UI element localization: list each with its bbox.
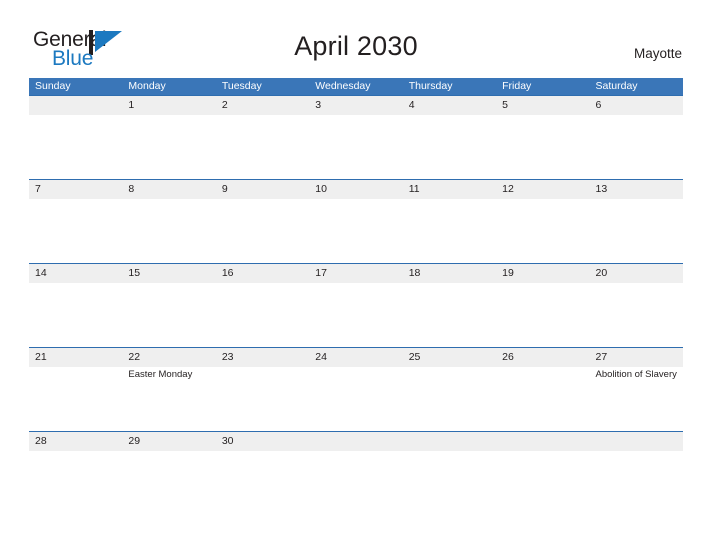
day-number[interactable]: 14 [29,264,122,283]
day-event [216,367,309,431]
week-row: 7 8 9 10 11 12 13 [29,179,683,263]
day-event [122,283,215,347]
day-number[interactable]: 7 [29,180,122,199]
day-number[interactable]: 4 [403,96,496,115]
day-number[interactable]: 23 [216,348,309,367]
day-event [29,451,122,479]
day-number[interactable]: 19 [496,264,589,283]
day-number[interactable]: 22 [122,348,215,367]
day-number[interactable] [309,432,402,451]
week-event-body [29,451,683,479]
week-event-body [29,283,683,347]
week-row: 21 22 23 24 25 26 27 Easter Monday Aboli… [29,347,683,431]
weekday-saturday: Saturday [595,80,638,92]
weekday-header-row: Sunday Monday Tuesday Wednesday Thursday… [29,78,683,95]
day-number[interactable] [29,96,122,115]
day-event [403,115,496,179]
day-event [29,283,122,347]
week-row: 28 29 30 [29,431,683,479]
day-event [590,283,683,347]
day-number[interactable]: 6 [590,96,683,115]
week-event-body [29,199,683,263]
week-daynumber-band: 1 2 3 4 5 6 [29,95,683,115]
week-event-body [29,115,683,179]
day-number[interactable]: 9 [216,180,309,199]
day-number[interactable]: 12 [496,180,589,199]
page-title: April 2030 [294,31,418,61]
day-number[interactable]: 24 [309,348,402,367]
day-event [309,283,402,347]
day-number[interactable]: 25 [403,348,496,367]
day-event [29,367,122,431]
day-number[interactable] [496,432,589,451]
day-number[interactable]: 18 [403,264,496,283]
day-event [122,115,215,179]
day-event [216,115,309,179]
day-number[interactable]: 17 [309,264,402,283]
weekday-friday: Friday [502,80,532,92]
day-number[interactable]: 26 [496,348,589,367]
day-number[interactable]: 8 [122,180,215,199]
day-number[interactable]: 28 [29,432,122,451]
holiday-abolition-of-slavery: Abolition of Slavery [595,369,677,380]
day-event [403,451,496,479]
day-event [496,283,589,347]
day-number[interactable]: 16 [216,264,309,283]
day-event [216,451,309,479]
day-event [496,199,589,263]
page-header: General Blue April 2030 Mayotte [0,0,712,78]
day-number[interactable]: 13 [590,180,683,199]
day-number[interactable]: 21 [29,348,122,367]
day-event [590,451,683,479]
day-number[interactable]: 2 [216,96,309,115]
day-event [29,115,122,179]
week-row: 1 2 3 4 5 6 [29,95,683,179]
weekday-monday: Monday [128,80,166,92]
weekday-tuesday: Tuesday [221,80,262,92]
day-number[interactable]: 15 [122,264,215,283]
day-number[interactable]: 10 [309,180,402,199]
holiday-easter-monday: Easter Monday [128,369,193,380]
day-event [403,199,496,263]
region-label: Mayotte [633,46,682,61]
week-row: 14 15 16 17 18 19 20 [29,263,683,347]
day-event [403,283,496,347]
day-event [216,283,309,347]
week-daynumber-band: 14 15 16 17 18 19 20 [29,263,683,283]
week-daynumber-band: 21 22 23 24 25 26 27 [29,347,683,367]
day-number[interactable] [590,432,683,451]
day-number[interactable]: 11 [403,180,496,199]
day-event [309,367,402,431]
week-event-body: Easter Monday Abolition of Slavery [29,367,683,431]
weekday-wednesday: Wednesday [315,80,371,92]
day-event [122,451,215,479]
day-number[interactable]: 30 [216,432,309,451]
day-number[interactable]: 3 [309,96,402,115]
day-number[interactable]: 27 [590,348,683,367]
day-event [29,199,122,263]
day-event [309,115,402,179]
day-number[interactable] [403,432,496,451]
day-event [496,451,589,479]
weekday-thursday: Thursday [408,80,453,92]
calendar-grid: Sunday Monday Tuesday Wednesday Thursday… [29,78,683,479]
day-event [216,199,309,263]
day-number[interactable]: 5 [496,96,589,115]
day-number[interactable]: 1 [122,96,215,115]
day-event [403,367,496,431]
week-daynumber-band: 28 29 30 [29,431,683,451]
day-event [309,451,402,479]
week-daynumber-band: 7 8 9 10 11 12 13 [29,179,683,199]
calendar-page: General Blue April 2030 Mayotte Sunday M… [0,0,712,550]
day-event [496,115,589,179]
day-event [590,115,683,179]
day-event [309,199,402,263]
day-number[interactable]: 20 [590,264,683,283]
day-event [122,199,215,263]
day-event [496,367,589,431]
weekday-sunday: Sunday [35,80,71,92]
day-number[interactable]: 29 [122,432,215,451]
day-event [590,199,683,263]
